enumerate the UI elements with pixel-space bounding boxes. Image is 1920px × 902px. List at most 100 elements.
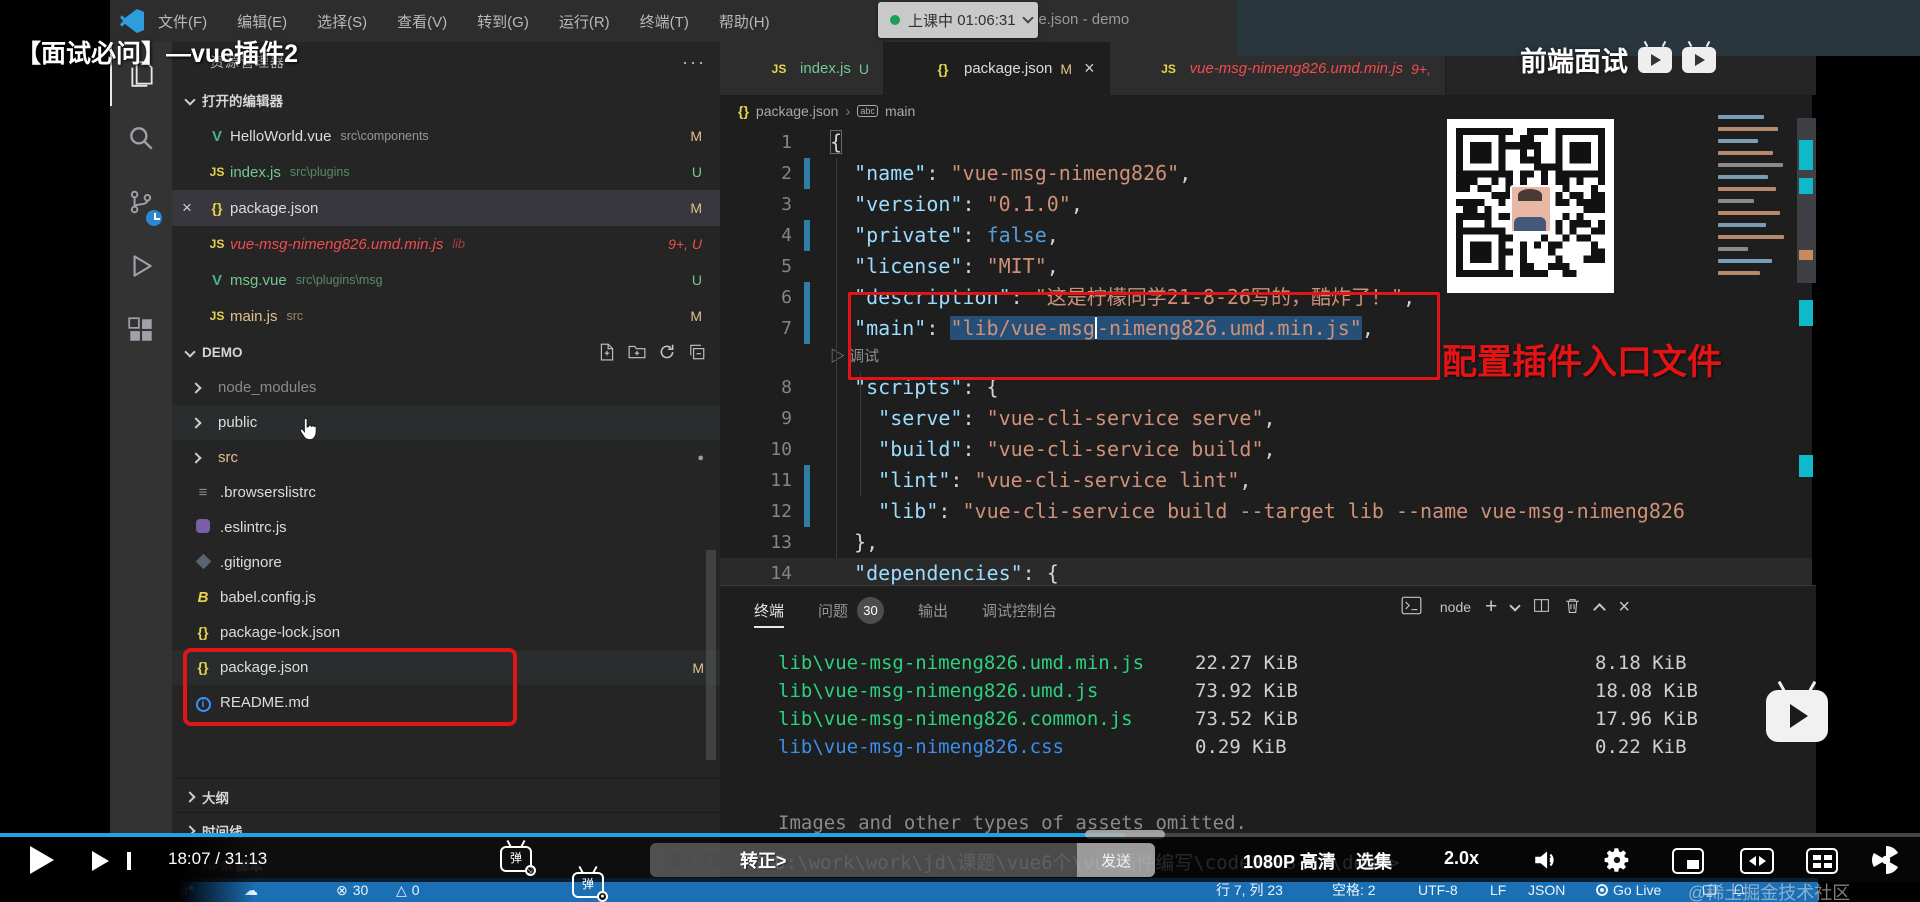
breadcrumb-symbol[interactable]: main [885, 103, 915, 119]
menu-item[interactable]: 帮助(H) [719, 14, 770, 31]
chevron-down-icon[interactable] [1509, 599, 1521, 612]
file-item[interactable]: .gitignore [172, 545, 720, 580]
next-episode-button[interactable] [92, 851, 131, 871]
shell-selector[interactable]: node [1440, 599, 1471, 615]
web-fullscreen-icon[interactable] [1806, 848, 1838, 874]
danmaku-settings-icon[interactable]: 弹 ● [572, 872, 608, 902]
code-token: : [962, 192, 987, 216]
warnings-item[interactable]: △ 0 [396, 882, 420, 899]
open-editor-item[interactable]: JS index.js src\plugins U [172, 154, 720, 190]
menu-item[interactable]: 运行(R) [559, 14, 610, 31]
collapse-all-icon[interactable] [688, 343, 706, 361]
menu-item[interactable]: 终端(T) [640, 14, 689, 31]
encoding-item[interactable]: UTF-8 [1418, 882, 1458, 898]
asset-size: 22.27 KiB [1195, 652, 1298, 674]
code-token: , [1179, 161, 1192, 185]
panel-tab[interactable]: 终端 [754, 586, 785, 634]
code-token: , [1239, 468, 1252, 492]
quality-button[interactable]: 1080P 高清 [1243, 848, 1336, 874]
sidebar-section-0[interactable]: 大纲 [172, 778, 720, 814]
go-live-item[interactable]: Go Live [1596, 882, 1661, 898]
close-icon[interactable]: × [1084, 58, 1095, 79]
class-status-widget[interactable]: 上课中 01:06:31 [878, 2, 1038, 38]
editor-tab[interactable]: JS index.js U [720, 42, 884, 95]
menu-item[interactable]: 文件(F) [158, 14, 207, 31]
asset-gzip-size: 17.96 KiB [1595, 708, 1698, 730]
open-editor-item[interactable]: V HelloWorld.vue src\components M [172, 118, 720, 154]
send-danmaku-button[interactable]: 发送 [1077, 843, 1155, 877]
episodes-button[interactable]: 选集 [1356, 848, 1392, 874]
open-editors-list: V HelloWorld.vue src\components M JS index.js… [172, 118, 720, 334]
eol-item[interactable]: LF [1490, 882, 1506, 898]
player-settings-gear-icon[interactable] [1602, 845, 1632, 879]
folder-name: src [218, 449, 238, 466]
danmaku-toggle-icon[interactable]: 弹⃠ [500, 846, 536, 876]
line-number: 4 [781, 225, 792, 246]
pip-icon[interactable] [1672, 848, 1704, 874]
errors-item[interactable]: ⊗ 30 [336, 882, 368, 899]
sidebar-scrollbar[interactable] [706, 550, 716, 760]
terminal-line: lib\vue-msg-nimeng826.css 0.29 KiB 0.22 Ki… [720, 733, 1816, 761]
minimap-line [1718, 247, 1794, 252]
folder-name: node_modules [218, 379, 317, 396]
refresh-icon[interactable] [658, 343, 676, 361]
menu-item[interactable]: 选择(S) [317, 14, 367, 31]
open-editor-item[interactable]: Vmsg.vue src\plugins\msg U [172, 262, 720, 298]
indentation-item[interactable]: 空格: 2 [1332, 880, 1376, 900]
editor-tab[interactable]: {} package.json M × [883, 42, 1110, 95]
widescreen-icon[interactable] [1740, 848, 1774, 874]
js-file-icon: JS [209, 165, 225, 179]
run-debug-icon[interactable] [110, 234, 172, 298]
file-item[interactable]: {} package-lock.json [172, 615, 720, 650]
terminal-line: lib\vue-msg-nimeng826.umd.min.js 22.27 Ki… [720, 649, 1816, 677]
bottom-panel: 终端 问题 30 输出 调试控制台 lib\vue-msg-nimeng826.umd.… [720, 585, 1816, 834]
danmaku-input[interactable]: 请先答题 转正> 发送 [650, 843, 1155, 877]
project-section-header[interactable]: DEMO [172, 334, 720, 370]
breadcrumb[interactable]: {} package.json › abc main [720, 95, 1812, 127]
file-name: .browserslistrc [220, 484, 316, 501]
cursor-position-item[interactable]: 行 7, 列 23 [1216, 880, 1283, 900]
code-text: "version": "0.1.0", [810, 189, 1083, 220]
open-editor-item[interactable]: × {} package.json M [172, 190, 720, 226]
maximize-panel-icon[interactable] [1593, 602, 1607, 616]
close-panel-icon[interactable]: × [1618, 596, 1630, 619]
code-token: "vue-cli-service serve" [986, 406, 1264, 430]
panel-tab[interactable]: 调试控制台 [982, 586, 1057, 634]
new-folder-icon[interactable] [628, 343, 646, 361]
language-item[interactable]: JSON [1528, 882, 1565, 898]
new-terminal-icon[interactable]: + [1485, 595, 1497, 619]
split-terminal-icon[interactable] [1533, 597, 1550, 618]
new-file-icon[interactable] [598, 343, 616, 361]
tv-logo-icon [1682, 46, 1716, 73]
extensions-icon[interactable] [110, 298, 172, 362]
speed-button[interactable]: 2.0x [1444, 848, 1479, 869]
more-actions-icon[interactable]: ··· [682, 52, 706, 73]
close-icon[interactable]: × [172, 198, 202, 218]
open-editor-item[interactable]: JS main.js src M [172, 298, 720, 334]
source-control-icon[interactable] [110, 170, 172, 234]
panel-tab[interactable]: 输出 [918, 586, 948, 634]
file-item[interactable]: Bbabel.config.js [172, 580, 720, 615]
search-icon[interactable] [110, 106, 172, 170]
minimap[interactable] [1718, 115, 1794, 290]
volume-icon[interactable] [1532, 846, 1560, 878]
folder-item[interactable]: node_modules [172, 370, 720, 405]
menu-item[interactable]: 转到(G) [477, 14, 529, 31]
fullscreen-icon[interactable] [1870, 844, 1902, 880]
file-item[interactable]: .eslintrc.js [172, 510, 720, 545]
menu-item[interactable]: 编辑(E) [237, 14, 287, 31]
panel-tab[interactable]: 问题 30 [818, 586, 885, 634]
open-editor-item[interactable]: JS vue-msg-nimeng826.umd.min.js lib 9+, U [172, 226, 720, 262]
video-letterbox [1816, 42, 1920, 834]
folder-item[interactable]: src ● [172, 440, 720, 475]
folder-item[interactable]: public [172, 405, 720, 440]
breadcrumb-file[interactable]: package.json [756, 103, 839, 119]
menu-item[interactable]: 查看(V) [397, 14, 447, 31]
modified-dot-badge: ● [697, 451, 704, 464]
file-item[interactable]: ≡ .browserslistrc [172, 475, 720, 510]
play-button[interactable] [30, 846, 54, 874]
open-editors-header[interactable]: 打开的编辑器 [172, 82, 720, 118]
asset-gzip-size: 18.08 KiB [1595, 680, 1698, 702]
kill-terminal-icon[interactable] [1564, 597, 1581, 618]
